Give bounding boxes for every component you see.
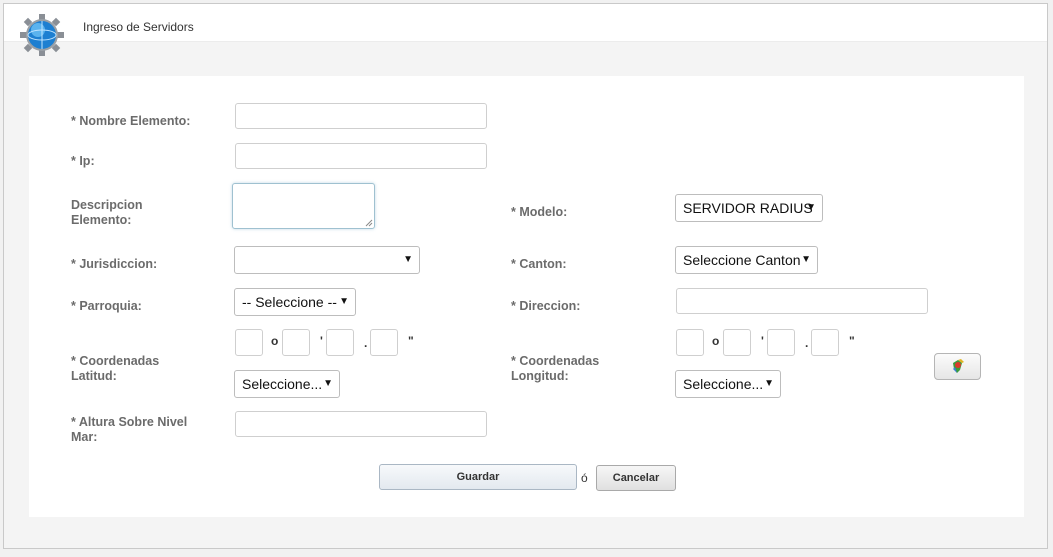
parroquia-select-value: -- Seleccione -- (242, 294, 337, 310)
descripcion-elemento-label: Descripcion Elemento: (71, 198, 143, 227)
degree-symbol: o (271, 334, 279, 348)
chevron-down-icon: ▼ (403, 254, 413, 265)
modelo-select-value: SERVIDOR RADIUS (683, 200, 813, 216)
latitud-grados-input[interactable] (235, 329, 263, 356)
guardar-button[interactable]: Guardar (379, 464, 577, 490)
longitud-decimal-input[interactable] (811, 329, 839, 356)
longitud-grados-input[interactable] (676, 329, 704, 356)
ip-input[interactable] (235, 143, 487, 169)
canton-label: * Canton: (511, 257, 567, 271)
minute-symbol: ' (761, 334, 764, 348)
chevron-down-icon: ▼ (323, 378, 333, 389)
latitud-segundos-input[interactable] (326, 329, 354, 356)
direccion-input[interactable] (676, 288, 928, 314)
second-symbol: " (408, 334, 414, 348)
minute-symbol: ' (320, 334, 323, 348)
altura-sobre-nivel-mar-input[interactable] (235, 411, 487, 437)
coordenadas-longitud-label: * Coordenadas Longitud: (511, 354, 600, 383)
chevron-down-icon: ▼ (764, 378, 774, 389)
latitud-hemisferio-select[interactable]: Seleccione... ▼ (234, 370, 340, 398)
globe-gear-icon (20, 14, 64, 56)
ip-label: * Ip: (71, 154, 95, 168)
jurisdiccion-select[interactable]: ▼ (234, 246, 420, 274)
modelo-label: * Modelo: (511, 205, 568, 219)
coordenadas-latitud-label: * Coordenadas Latitud: (71, 354, 160, 383)
descripcion-elemento-textarea[interactable] (232, 183, 375, 229)
decimal-point: . (805, 336, 809, 350)
canton-select[interactable]: Seleccione Canton ▼ (675, 246, 818, 274)
parroquia-label: * Parroquia: (71, 299, 142, 313)
jurisdiccion-label: * Jurisdiccion: (71, 257, 158, 271)
cancelar-button[interactable]: Cancelar (596, 465, 676, 491)
chevron-down-icon: ▼ (806, 202, 816, 213)
longitud-hemisferio-value: Seleccione... (683, 376, 764, 392)
canton-select-value: Seleccione Canton (683, 252, 801, 268)
or-separator: ó (581, 471, 588, 485)
longitud-segundos-input[interactable] (767, 329, 795, 356)
chevron-down-icon: ▼ (339, 296, 349, 307)
nombre-elemento-input[interactable] (235, 103, 487, 129)
map-location-icon (953, 359, 964, 373)
latitud-hemisferio-value: Seleccione... (242, 376, 323, 392)
longitud-minutos-input[interactable] (723, 329, 751, 356)
page-title: Ingreso de Servidors (83, 20, 194, 34)
longitud-hemisferio-select[interactable]: Seleccione... ▼ (675, 370, 781, 398)
second-symbol: " (849, 334, 855, 348)
parroquia-select[interactable]: -- Seleccione -- ▼ (234, 288, 356, 316)
chevron-down-icon: ▼ (801, 254, 811, 265)
altura-sobre-nivel-mar-label: * Altura Sobre Nivel Mar: (71, 415, 188, 444)
nombre-elemento-label: * Nombre Elemento: (71, 114, 191, 128)
latitud-minutos-input[interactable] (282, 329, 310, 356)
modelo-select[interactable]: SERVIDOR RADIUS ▼ (675, 194, 823, 222)
latitud-decimal-input[interactable] (370, 329, 398, 356)
degree-symbol: o (712, 334, 720, 348)
map-location-button[interactable] (934, 353, 981, 380)
resize-grip-icon[interactable] (365, 219, 373, 227)
page-header: Ingreso de Servidors (4, 4, 1047, 42)
direccion-label: * Direccion: (511, 299, 581, 313)
decimal-point: . (364, 336, 368, 350)
